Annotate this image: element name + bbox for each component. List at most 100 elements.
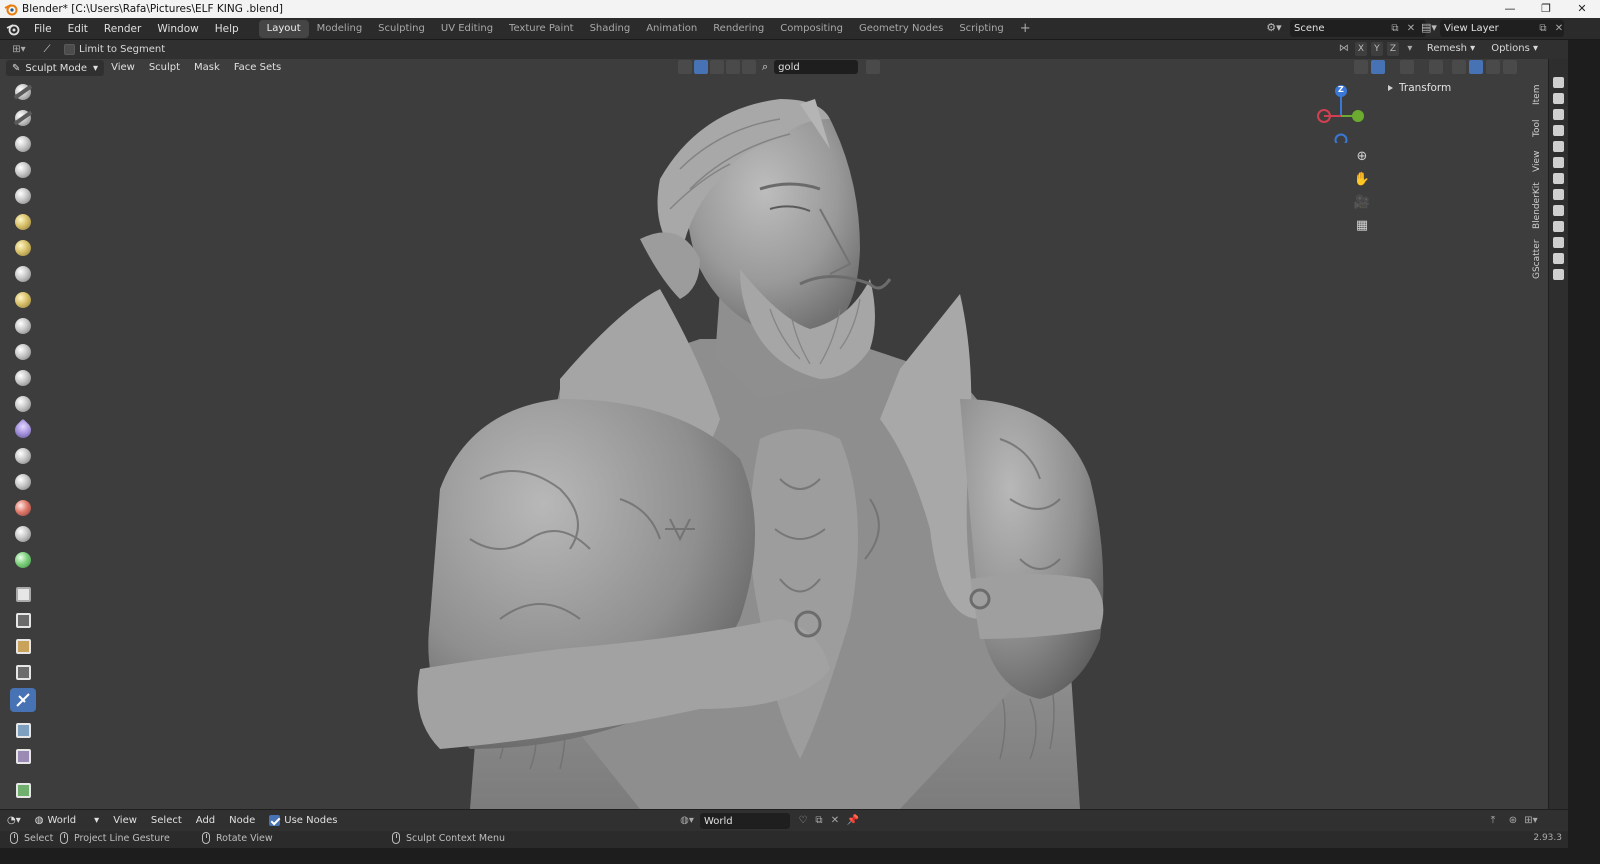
delete-scene-icon[interactable]: ✕ xyxy=(1404,22,1418,36)
mode-selector[interactable]: ✎ Sculpt Mode ▾ xyxy=(6,60,105,76)
wireframe-shading-icon[interactable] xyxy=(1452,60,1466,74)
new-view-layer-icon[interactable]: ⧉ xyxy=(1536,22,1550,36)
solid-shading-icon[interactable] xyxy=(1469,60,1483,74)
tab-rendering[interactable]: Rendering xyxy=(705,20,772,38)
menu-help[interactable]: Help xyxy=(207,18,247,40)
crease-brush-tool[interactable] xyxy=(10,288,36,312)
new-scene-icon[interactable]: ⧉ xyxy=(1388,22,1402,36)
mesh-filter-tool[interactable] xyxy=(10,718,36,742)
camera-icon[interactable] xyxy=(1553,189,1564,200)
pin-icon[interactable]: 📌 xyxy=(846,814,860,828)
view-layer-selector-icon[interactable]: ▤▾ xyxy=(1418,21,1440,37)
camera-icon[interactable] xyxy=(1553,93,1564,104)
transform-panel-header[interactable]: Transform xyxy=(1382,79,1532,97)
box-trim-tool[interactable] xyxy=(10,660,36,684)
camera-icon[interactable] xyxy=(1553,173,1564,184)
zoom-icon[interactable]: ⊕ xyxy=(1352,147,1372,167)
delete-view-layer-icon[interactable]: ✕ xyxy=(1552,22,1566,36)
clay-thumb-brush-tool[interactable] xyxy=(10,184,36,208)
add-workspace-icon[interactable]: + xyxy=(1012,21,1039,36)
pan-hand-icon[interactable]: ✋ xyxy=(1352,170,1372,190)
box-mask-tool[interactable] xyxy=(10,608,36,632)
annotate-tool[interactable] xyxy=(10,778,36,802)
tab-geometry-nodes[interactable]: Geometry Nodes xyxy=(851,20,951,38)
tab-gscatter[interactable]: GScatter xyxy=(1532,237,1546,281)
use-nodes-checkbox[interactable] xyxy=(269,815,281,826)
snake-hook-brush-tool[interactable] xyxy=(10,496,36,520)
filter-materials-icon[interactable] xyxy=(694,60,708,74)
filter-hdri-icon[interactable] xyxy=(726,60,740,74)
camera-icon[interactable] xyxy=(1553,141,1564,152)
camera-icon[interactable] xyxy=(1553,205,1564,216)
gizmo-toggle-icon[interactable] xyxy=(1371,60,1385,74)
scrape-brush-tool[interactable] xyxy=(10,392,36,416)
tab-texture-paint[interactable]: Texture Paint xyxy=(501,20,582,38)
parent-node-tree-icon[interactable]: ⤒ xyxy=(1486,814,1500,828)
tab-uv-editing[interactable]: UV Editing xyxy=(433,20,501,38)
remesh-dropdown[interactable]: Remesh ▾ xyxy=(1421,41,1481,57)
viewport-menu-mask[interactable]: Mask xyxy=(187,59,227,77)
camera-icon[interactable] xyxy=(1553,269,1564,280)
search-options-icon[interactable] xyxy=(866,60,881,74)
tab-shading[interactable]: Shading xyxy=(582,20,639,38)
snap-icon[interactable]: ⊛ xyxy=(1506,814,1520,828)
tab-modeling[interactable]: Modeling xyxy=(309,20,371,38)
3d-viewport[interactable] xyxy=(0,59,1548,809)
close-button[interactable]: ✕ xyxy=(1564,0,1600,18)
camera-icon[interactable] xyxy=(1553,125,1564,136)
tab-animation[interactable]: Animation xyxy=(638,20,705,38)
snap-settings-icon[interactable]: ⊞▾ xyxy=(1524,814,1538,828)
options-dropdown[interactable]: Options ▾ xyxy=(1485,41,1544,57)
editor-type-icon[interactable]: ⊞▾ xyxy=(8,43,30,57)
tab-view[interactable]: View xyxy=(1532,147,1546,175)
line-project-tool[interactable] xyxy=(10,688,36,712)
axis-y-toggle[interactable]: Y xyxy=(1370,42,1383,56)
minimize-button[interactable]: — xyxy=(1492,0,1528,18)
layer-brush-tool[interactable] xyxy=(10,210,36,234)
grab-brush-tool[interactable] xyxy=(10,470,36,494)
cloth-filter-tool[interactable] xyxy=(10,744,36,768)
chevron-down-icon[interactable]: ▾ xyxy=(1403,42,1417,56)
limit-to-segment-checkbox[interactable] xyxy=(64,44,75,55)
filter-all-icon[interactable] xyxy=(678,60,692,74)
menu-window[interactable]: Window xyxy=(149,18,206,40)
tab-blenderkit[interactable]: BlenderKit xyxy=(1532,181,1546,231)
filter-brushes-icon[interactable] xyxy=(710,60,724,74)
thumb-brush-tool[interactable] xyxy=(10,522,36,546)
symmetry-icon[interactable]: ⋈ xyxy=(1337,42,1351,56)
blender-menu-icon[interactable] xyxy=(0,18,26,40)
node-menu-node[interactable]: Node xyxy=(222,815,262,826)
node-menu-select[interactable]: Select xyxy=(144,815,189,826)
pose-brush-tool[interactable] xyxy=(10,548,36,572)
viewport-menu-face-sets[interactable]: Face Sets xyxy=(227,59,288,77)
perspective-grid-icon[interactable]: ▦ xyxy=(1352,216,1372,236)
camera-icon[interactable] xyxy=(1553,77,1564,88)
filter-scenes-icon[interactable] xyxy=(742,60,756,74)
blob-brush-tool[interactable] xyxy=(10,262,36,286)
overlay-toggle-icon[interactable] xyxy=(1400,60,1414,74)
viewport-menu-sculpt[interactable]: Sculpt xyxy=(142,59,187,77)
node-menu-add[interactable]: Add xyxy=(189,815,222,826)
camera-icon[interactable] xyxy=(1553,237,1564,248)
material-shading-icon[interactable] xyxy=(1486,60,1500,74)
camera-icon[interactable] xyxy=(1553,221,1564,232)
tab-tool[interactable]: Tool xyxy=(1532,115,1546,141)
tab-sculpting[interactable]: Sculpting xyxy=(370,20,433,38)
node-menu-view[interactable]: View xyxy=(106,815,144,826)
axis-x-toggle[interactable]: X xyxy=(1354,42,1367,56)
navigation-gizmo[interactable]: Z xyxy=(1314,83,1368,147)
fill-brush-tool[interactable] xyxy=(10,366,36,390)
menu-edit[interactable]: Edit xyxy=(60,18,96,40)
maximize-button[interactable]: ❐ xyxy=(1528,0,1564,18)
tab-scripting[interactable]: Scripting xyxy=(951,20,1011,38)
draw-sharp-brush-tool[interactable] xyxy=(10,106,36,130)
multiplane-scrape-brush-tool[interactable] xyxy=(10,418,36,442)
use-nodes-toggle[interactable]: Use Nodes xyxy=(262,815,344,826)
flatten-brush-tool[interactable] xyxy=(10,340,36,364)
draw-brush-tool[interactable] xyxy=(10,80,36,104)
rendered-shading-icon[interactable] xyxy=(1503,60,1517,74)
menu-file[interactable]: File xyxy=(26,18,60,40)
editor-type-icon[interactable]: ◔▾ xyxy=(0,815,28,826)
line-project-tool-icon[interactable]: ⟋ xyxy=(38,43,56,57)
inflate-brush-tool[interactable] xyxy=(10,236,36,260)
